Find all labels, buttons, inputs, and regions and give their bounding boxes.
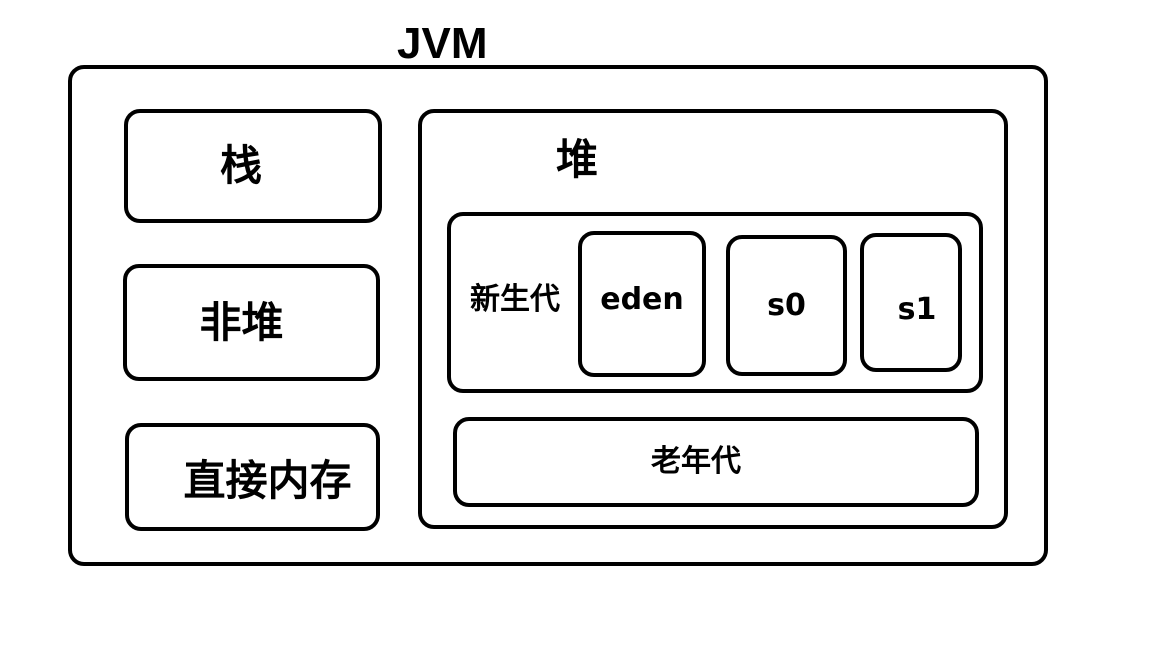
old-generation-label: 老年代 bbox=[651, 444, 741, 479]
eden-box: eden bbox=[578, 231, 706, 377]
jvm-title: JVM bbox=[397, 19, 488, 68]
direct-memory-box: 直接内存 bbox=[125, 423, 380, 531]
eden-label: eden bbox=[600, 282, 684, 317]
stack-box: 栈 bbox=[124, 109, 382, 223]
direct-memory-label: 直接内存 bbox=[183, 456, 352, 505]
young-generation-label: 新生代 bbox=[470, 282, 560, 317]
heap-label: 堆 bbox=[556, 135, 599, 184]
non-heap-box: 非堆 bbox=[123, 264, 380, 381]
s1-box: s1 bbox=[860, 233, 962, 372]
non-heap-label: 非堆 bbox=[199, 297, 284, 347]
stack-label: 栈 bbox=[219, 141, 262, 190]
s0-box: s0 bbox=[726, 235, 847, 376]
s1-label: s1 bbox=[897, 291, 937, 327]
s0-label: s0 bbox=[767, 287, 806, 323]
old-generation-box: 老年代 bbox=[453, 417, 979, 507]
